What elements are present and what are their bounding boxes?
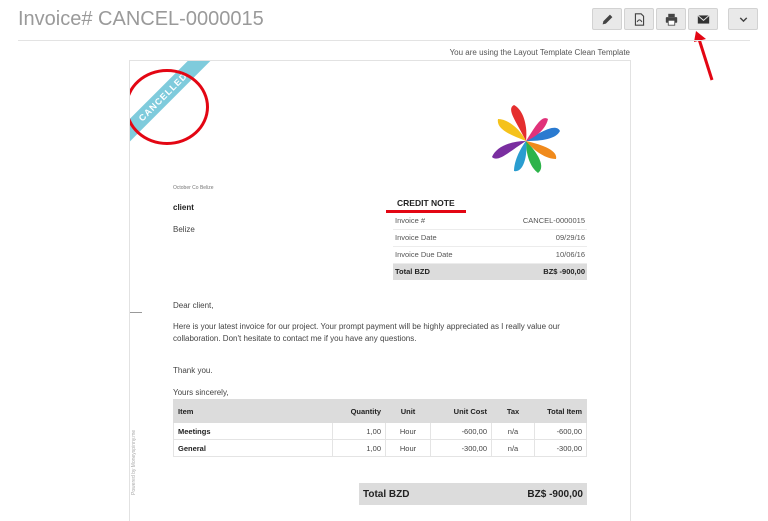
cell: -600,00	[430, 422, 492, 440]
client-name: client	[173, 203, 194, 212]
letter-greeting: Dear client,	[173, 301, 214, 310]
cell: n/a	[491, 439, 535, 457]
letter-body: Here is your latest invoice for our proj…	[173, 322, 560, 343]
meta-label: Invoice #	[395, 216, 426, 225]
page-title: Invoice# CANCEL-0000015	[18, 8, 264, 30]
meta-value: 09/29/16	[555, 233, 585, 242]
invoice-meta: Invoice # CANCEL-0000015 Invoice Date 09…	[393, 213, 587, 280]
meta-label: Invoice Date	[395, 233, 437, 242]
print-icon	[665, 13, 677, 26]
items-table: Item Quantity Unit Unit Cost Tax Total I…	[173, 399, 587, 457]
cell: -300,00	[430, 439, 492, 457]
pdf-button[interactable]	[624, 8, 654, 30]
fold-mark	[130, 312, 142, 313]
company-logo	[492, 105, 560, 173]
meta-total-label: Total BZD	[395, 267, 430, 276]
col-header: Quantity	[332, 399, 386, 423]
letter-thanks: Thank you.	[173, 366, 213, 375]
red-arrow-annotation	[694, 31, 714, 81]
cell: n/a	[491, 422, 535, 440]
letter-closing: Yours sincerely,	[173, 388, 229, 397]
col-header: Item	[173, 399, 333, 423]
cell: -600,00	[534, 422, 587, 440]
print-button[interactable]	[656, 8, 686, 30]
envelope-icon	[696, 14, 710, 24]
table-header-row: Item Quantity Unit Unit Cost Tax Total I…	[173, 399, 587, 423]
grand-total-value: BZ$ -900,00	[527, 488, 583, 500]
cell: -300,00	[534, 439, 587, 457]
cell: Meetings	[173, 422, 333, 440]
grand-total: Total BZD BZ$ -900,00	[359, 483, 587, 505]
credit-note-title: CREDIT NOTE	[397, 198, 455, 208]
cell: 1,00	[332, 439, 386, 457]
meta-total-value: BZ$ -900,00	[543, 267, 585, 276]
meta-row: Invoice Due Date 10/06/16	[393, 247, 587, 264]
cell: 1,00	[332, 422, 386, 440]
powered-by: Powered by Moneyspinny.me	[131, 429, 137, 495]
col-header: Total Item	[534, 399, 587, 423]
meta-row: Invoice # CANCEL-0000015	[393, 213, 587, 230]
meta-row: Invoice Date 09/29/16	[393, 230, 587, 247]
col-header: Unit	[385, 399, 431, 423]
edit-button[interactable]	[592, 8, 622, 30]
table-row: Meetings 1,00 Hour -600,00 n/a -600,00	[173, 422, 587, 440]
grand-total-label: Total BZD	[363, 488, 410, 500]
pencil-icon	[602, 14, 612, 24]
action-toolbar	[592, 8, 760, 30]
col-header: Unit Cost	[430, 399, 492, 423]
template-note: You are using the Layout Template Clean …	[449, 48, 630, 57]
from-company: October Co Belize	[173, 185, 214, 191]
red-circle-annotation	[130, 69, 209, 145]
chevron-down-icon	[739, 16, 747, 22]
meta-value: CANCEL-0000015	[522, 216, 585, 225]
col-header: Tax	[491, 399, 535, 423]
invoice-preview: CANCELLED October Co Belize client Beliz…	[129, 60, 631, 521]
title-divider	[18, 40, 750, 41]
meta-value: 10/06/16	[555, 250, 585, 259]
more-options-button[interactable]	[728, 8, 758, 30]
meta-label: Invoice Due Date	[395, 250, 453, 259]
cell: Hour	[385, 439, 431, 457]
client-country: Belize	[173, 225, 195, 234]
meta-total-row: Total BZD BZ$ -900,00	[393, 264, 587, 280]
email-button[interactable]	[688, 8, 718, 30]
cell: Hour	[385, 422, 431, 440]
cell: General	[173, 439, 333, 457]
table-row: General 1,00 Hour -300,00 n/a -300,00	[173, 439, 587, 457]
pdf-file-icon	[634, 12, 644, 26]
